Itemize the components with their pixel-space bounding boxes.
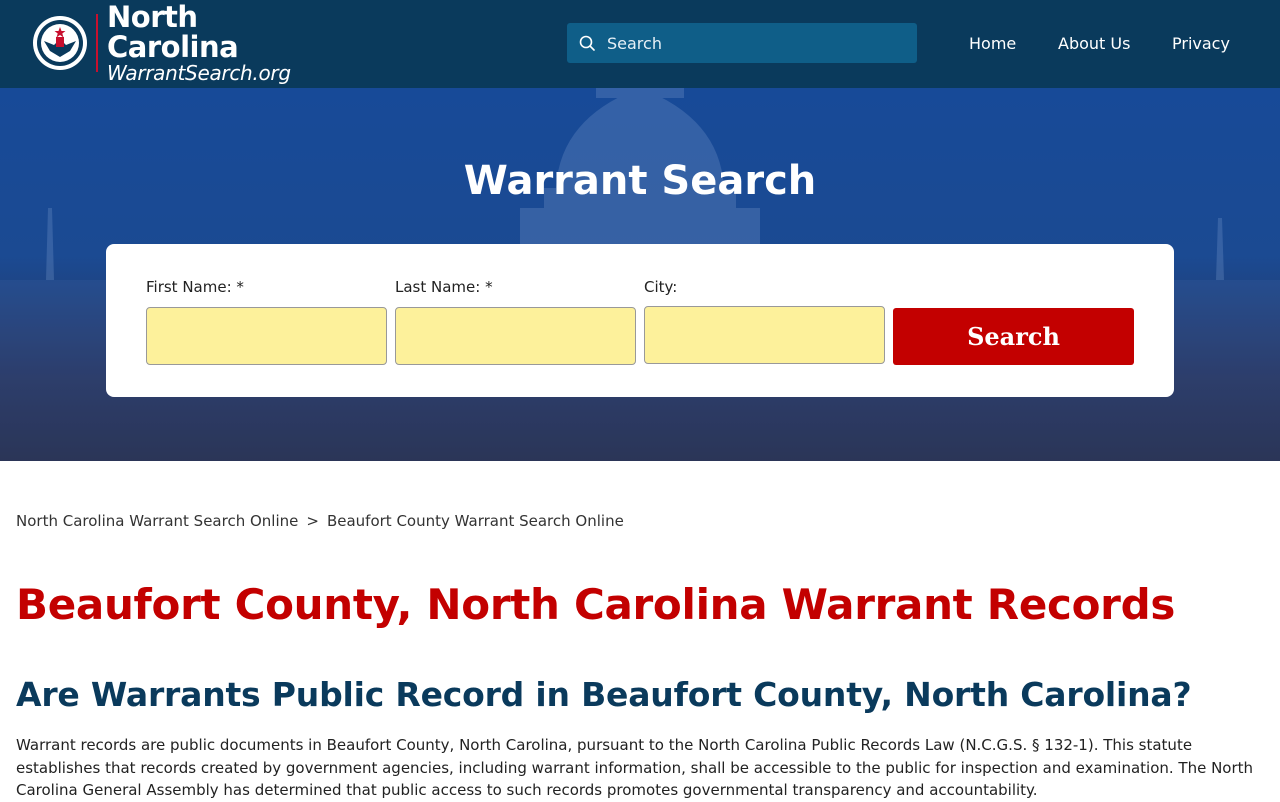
section-heading: Are Warrants Public Record in Beaufort C… bbox=[16, 675, 1192, 714]
page-title: Beaufort County, North Carolina Warrant … bbox=[16, 580, 1176, 629]
nav-home-link[interactable]: Home bbox=[969, 34, 1016, 53]
header-search-input[interactable] bbox=[607, 23, 907, 63]
nav-about-link[interactable]: About Us bbox=[1058, 34, 1130, 53]
site-logo-text[interactable]: North Carolina WarrantSearch.org bbox=[107, 2, 291, 84]
hero-title: Warrant Search bbox=[463, 158, 817, 204]
logo-line-domain: WarrantSearch.org bbox=[107, 61, 291, 85]
logo-line-north: North bbox=[107, 0, 198, 34]
breadcrumb-separator: > bbox=[306, 512, 319, 530]
nav-privacy-link[interactable]: Privacy bbox=[1172, 34, 1230, 53]
breadcrumb-current: Beaufort County Warrant Search Online bbox=[326, 512, 624, 530]
first-name-label: First Name: * bbox=[146, 278, 244, 296]
breadcrumb: North Carolina Warrant Search Online > Bea… bbox=[16, 512, 624, 530]
warrant-search-form: First Name: * Last Name: * City: Search bbox=[106, 244, 1174, 397]
first-name-field[interactable] bbox=[146, 307, 387, 365]
site-logo-seal-icon[interactable] bbox=[32, 15, 88, 71]
last-name-field[interactable] bbox=[395, 307, 636, 365]
hero-banner: Warrant Search First Name: * Last Name: … bbox=[0, 88, 1280, 461]
intro-paragraph: Warrant records are public documents in … bbox=[16, 736, 1254, 799]
logo-divider bbox=[96, 14, 98, 72]
city-field[interactable] bbox=[644, 306, 885, 364]
logo-line-carolina: Carolina bbox=[107, 30, 239, 64]
last-name-label: Last Name: * bbox=[395, 278, 493, 296]
site-header: North Carolina WarrantSearch.org Home Ab… bbox=[0, 0, 1280, 88]
breadcrumb-link-state[interactable]: North Carolina Warrant Search Online bbox=[16, 512, 298, 530]
search-submit-button[interactable]: Search bbox=[893, 308, 1134, 365]
header-search-box[interactable] bbox=[567, 23, 917, 63]
city-label: City: bbox=[644, 278, 678, 296]
search-icon bbox=[579, 35, 595, 51]
